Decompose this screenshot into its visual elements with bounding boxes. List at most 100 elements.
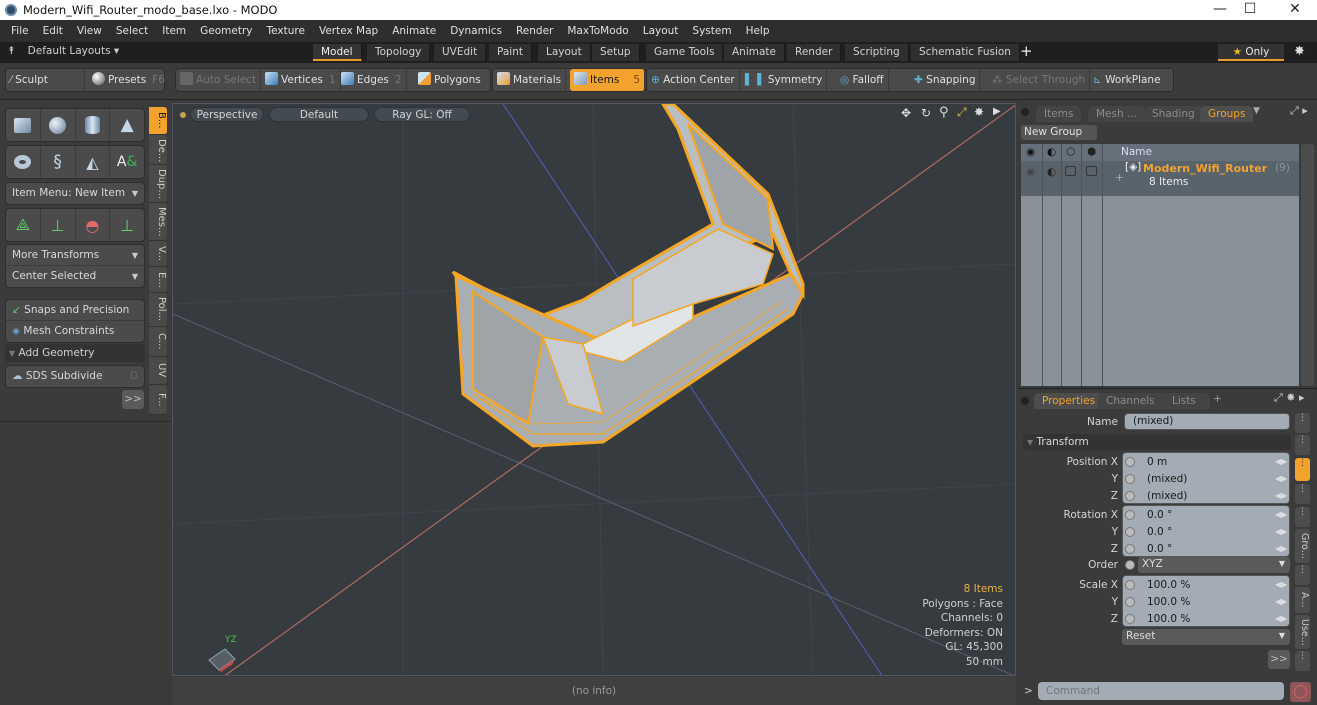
scale-y-slider-arrows-icon[interactable]: ◀▶ xyxy=(1275,597,1287,606)
order-anim-dot[interactable] xyxy=(1125,560,1135,570)
action-center-button[interactable]: ⊕ Action Center xyxy=(647,69,740,91)
record-macro-icon[interactable]: ◯ xyxy=(1290,682,1311,702)
add-tab-button[interactable]: + xyxy=(1020,42,1033,60)
tab-animate[interactable]: Animate xyxy=(724,44,785,61)
tab-paint[interactable]: Paint xyxy=(489,44,532,61)
position-y-slider-arrows-icon[interactable]: ◀▶ xyxy=(1275,474,1287,483)
3d-viewport[interactable]: YZ Perspective Default Ray GL: Off ✥ ↻ ⚲… xyxy=(172,103,1016,676)
item-menu-dropdown[interactable]: Item Menu: New Item ▼ xyxy=(5,182,145,205)
side-tab-dots[interactable]: ⋮ xyxy=(1295,435,1310,455)
position-z-slider-arrows-icon[interactable]: ◀▶ xyxy=(1275,491,1287,500)
rotation-x-value[interactable]: 0.0 ° xyxy=(1147,509,1172,521)
text-tool-button[interactable]: A& xyxy=(110,146,144,178)
raygl-button[interactable]: Ray GL: Off xyxy=(374,107,470,122)
cone-button[interactable]: ▲ xyxy=(110,109,144,141)
vtab-polygon[interactable]: Pol... xyxy=(149,293,167,327)
presets-button[interactable]: Presets F6 xyxy=(88,69,169,91)
add-properties-tab-button[interactable]: + xyxy=(1213,393,1222,405)
tab-render[interactable]: Render xyxy=(787,44,842,61)
position-z-anim-dot[interactable] xyxy=(1125,491,1135,501)
side-tab-dots[interactable]: ⋮ xyxy=(1295,413,1310,433)
scale-y-value[interactable]: 100.0 % xyxy=(1147,596,1190,608)
properties-more-button[interactable]: >> xyxy=(1268,650,1290,669)
position-z-value[interactable]: (mixed) xyxy=(1147,490,1187,502)
position-y-value[interactable]: (mixed) xyxy=(1147,473,1187,485)
vertices-button[interactable]: Vertices 1 xyxy=(261,69,341,91)
rotation-y-anim-dot[interactable] xyxy=(1125,527,1135,537)
materials-button[interactable]: Materials xyxy=(493,69,567,91)
position-x-slider-arrows-icon[interactable]: ◀▶ xyxy=(1275,457,1287,466)
render-toggle-icon[interactable]: ◐ xyxy=(1047,166,1056,178)
select-toggle[interactable] xyxy=(1086,166,1097,176)
menu-edit[interactable]: Edit xyxy=(36,25,70,37)
edges-button[interactable]: Edges 2 xyxy=(337,69,407,91)
side-tab-dots[interactable]: ⋮ xyxy=(1295,507,1310,527)
side-tab-dots[interactable]: ⋮ xyxy=(1295,484,1310,504)
tabs-dropdown-icon[interactable]: ▼ xyxy=(1253,106,1260,116)
scale-y-anim-dot[interactable] xyxy=(1125,597,1135,607)
menu-item[interactable]: Item xyxy=(155,25,193,37)
rotation-x-slider-arrows-icon[interactable]: ◀▶ xyxy=(1275,510,1287,519)
menu-render[interactable]: Render xyxy=(509,25,560,37)
tab-uvedit[interactable]: UVEdit xyxy=(434,44,487,61)
scale-x-anim-dot[interactable] xyxy=(1125,580,1135,590)
lock-header-icon[interactable]: ⬡ xyxy=(1066,144,1075,161)
rotation-z-slider-arrows-icon[interactable]: ◀▶ xyxy=(1275,544,1287,553)
menu-maxtomodo[interactable]: MaxToModo xyxy=(560,25,635,37)
tab-groups[interactable]: Groups xyxy=(1200,106,1254,122)
menu-file[interactable]: File xyxy=(4,25,36,37)
viewport-settings-gear-icon[interactable]: ✸ xyxy=(974,105,984,119)
torus-button[interactable] xyxy=(6,146,41,178)
tab-properties[interactable]: Properties xyxy=(1034,393,1104,409)
maximize-view-icon[interactable]: ⤢ xyxy=(957,105,967,120)
tab-lists[interactable]: Lists xyxy=(1158,393,1210,409)
vtab-fusion[interactable]: F... xyxy=(149,385,167,415)
auto-select-button[interactable]: Auto Select xyxy=(176,69,262,91)
group-row[interactable]: ◉ ◐ + [◈] Modern_Wifi_Router (9) 8 Items xyxy=(1021,161,1299,196)
rotation-z-anim-dot[interactable] xyxy=(1125,544,1135,554)
tab-shading[interactable]: Shading xyxy=(1144,106,1203,122)
menu-texture[interactable]: Texture xyxy=(260,25,312,37)
groups-scrollbar[interactable] xyxy=(1301,144,1314,386)
vtab-edge[interactable]: E... xyxy=(149,267,167,293)
close-button[interactable]: ✕ xyxy=(1275,0,1315,20)
scale-button[interactable]: ⊥ xyxy=(110,209,144,241)
select-through-button[interactable]: ⁂ Select Through xyxy=(988,69,1091,91)
maximize-button[interactable]: ☐ xyxy=(1230,0,1270,20)
menu-select[interactable]: Select xyxy=(109,25,155,37)
new-group-button[interactable]: New Group xyxy=(1021,125,1097,140)
render-header-icon[interactable]: ◐ xyxy=(1047,144,1056,161)
mesh-constraints-button[interactable]: ◈ Mesh Constraints xyxy=(6,321,144,342)
view-style-button[interactable]: Default xyxy=(269,107,369,122)
side-tab-active[interactable]: ⋮ xyxy=(1295,458,1310,481)
vtab-deform[interactable]: De... xyxy=(149,135,167,165)
side-tab-user[interactable]: Use... xyxy=(1295,615,1310,649)
snaps-precision-button[interactable]: ↙ Snaps and Precision xyxy=(6,300,144,321)
scale-z-anim-dot[interactable] xyxy=(1125,614,1135,624)
falloff-button[interactable]: ◎ Falloff xyxy=(836,69,889,91)
scale-z-slider-arrows-icon[interactable]: ◀▶ xyxy=(1275,614,1287,623)
zoom-view-icon[interactable]: ⚲ xyxy=(939,105,949,120)
tab-game-tools[interactable]: Game Tools xyxy=(646,44,724,61)
menu-vertex-map[interactable]: Vertex Map xyxy=(312,25,385,37)
view-perspective-button[interactable]: Perspective xyxy=(190,107,264,122)
vtab-mesh-edit[interactable]: Mes... xyxy=(149,203,167,241)
snapping-button[interactable]: ✚ Snapping xyxy=(910,69,981,91)
tab-setup[interactable]: Setup xyxy=(592,44,640,61)
tab-schematic-fusion[interactable]: Schematic Fusion xyxy=(911,44,1020,61)
expand-plus-icon[interactable]: + xyxy=(1115,172,1124,184)
menu-dynamics[interactable]: Dynamics xyxy=(443,25,509,37)
tab-model[interactable]: Model xyxy=(313,44,362,61)
side-tab-dots[interactable]: ⋮ xyxy=(1295,651,1310,671)
scale-x-slider-arrows-icon[interactable]: ◀▶ xyxy=(1275,580,1287,589)
order-dropdown[interactable]: XYZ ▼ xyxy=(1138,557,1290,573)
visibility-eye-icon[interactable]: ◉ xyxy=(1026,166,1035,178)
tab-scripting[interactable]: Scripting xyxy=(845,44,909,61)
transform-section[interactable]: ▼ Transform xyxy=(1023,434,1291,450)
tab-layout[interactable]: Layout xyxy=(538,44,591,61)
sds-subdivide-button[interactable]: ☁ SDS Subdivide D xyxy=(5,365,145,388)
capsule-button[interactable]: § xyxy=(41,146,76,178)
side-tab-dots[interactable]: ⋮ xyxy=(1295,565,1310,585)
sculpt-button[interactable]: ⁄ Sculpt xyxy=(6,69,85,91)
transform-button[interactable]: ⟁ xyxy=(6,209,41,241)
